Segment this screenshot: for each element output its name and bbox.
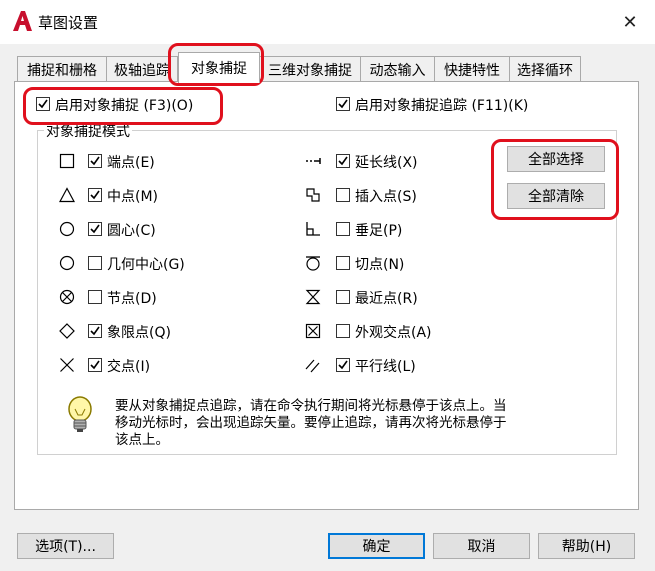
insertion-checkbox[interactable] bbox=[336, 188, 350, 202]
quadrant-diamond-icon bbox=[59, 323, 75, 339]
tab-snap-grid[interactable]: 捕捉和栅格 bbox=[17, 56, 107, 82]
parallel-label: 平行线(L) bbox=[355, 359, 416, 375]
endpoint-label: 端点(E) bbox=[107, 155, 155, 171]
tab-label: 快捷特性 bbox=[444, 62, 500, 79]
tab-label: 捕捉和栅格 bbox=[27, 62, 97, 79]
parallel-icon bbox=[305, 359, 320, 373]
node-checkbox[interactable] bbox=[88, 290, 102, 304]
nearest-hourglass-icon bbox=[305, 289, 321, 305]
tab-label: 极轴追踪 bbox=[114, 62, 170, 79]
apparent-intersection-checkbox[interactable] bbox=[336, 324, 350, 338]
node-icon bbox=[59, 289, 75, 305]
endpoint-checkbox[interactable] bbox=[88, 154, 102, 168]
center-circle-icon bbox=[59, 221, 75, 237]
close-button[interactable]: ✕ bbox=[612, 6, 648, 38]
hint-line-2: 移动光标时，会出现追踪矢量。要停止追踪，请再次将光标悬停于 bbox=[115, 415, 507, 431]
nearest-label: 最近点(R) bbox=[355, 291, 418, 307]
geometric-center-checkbox[interactable] bbox=[88, 256, 102, 270]
endpoint-square-icon bbox=[59, 153, 75, 169]
osnap-tracking-label: 启用对象捕捉追踪 (F11)(K) bbox=[355, 98, 529, 114]
apparent-intersection-icon bbox=[305, 323, 321, 339]
intersection-checkbox[interactable] bbox=[88, 358, 102, 372]
insertion-label: 插入点(S) bbox=[355, 189, 417, 205]
midpoint-triangle-icon bbox=[59, 187, 75, 203]
tab-selection-cycling[interactable]: 选择循环 bbox=[509, 56, 581, 82]
center-label: 圆心(C) bbox=[107, 223, 156, 239]
tab-object-snap[interactable]: 对象捕捉 bbox=[178, 52, 260, 83]
lightbulb-icon bbox=[68, 396, 92, 432]
extension-checkbox[interactable] bbox=[336, 154, 350, 168]
tab-label: 动态输入 bbox=[369, 62, 426, 79]
osnap-tracking-checkbox[interactable] bbox=[336, 97, 350, 111]
apparent-intersection-label: 外观交点(A) bbox=[355, 325, 432, 341]
quadrant-label: 象限点(Q) bbox=[107, 325, 171, 341]
options-button[interactable]: 选项(T)... bbox=[17, 533, 114, 559]
ok-button[interactable]: 确定 bbox=[328, 533, 425, 559]
geometric-center-label: 几何中心(G) bbox=[107, 257, 185, 273]
tab-3d-object-snap[interactable]: 三维对象捕捉 bbox=[259, 56, 361, 82]
extension-label: 延长线(X) bbox=[355, 155, 418, 171]
cancel-button[interactable]: 取消 bbox=[433, 533, 530, 559]
hint-line-3: 该点上。 bbox=[115, 432, 169, 448]
quadrant-checkbox[interactable] bbox=[88, 324, 102, 338]
perpendicular-label: 垂足(P) bbox=[355, 223, 403, 239]
help-button[interactable]: 帮助(H) bbox=[538, 533, 635, 559]
extension-icon bbox=[306, 158, 321, 164]
intersection-label: 交点(I) bbox=[107, 359, 151, 375]
nearest-checkbox[interactable] bbox=[336, 290, 350, 304]
parallel-checkbox[interactable] bbox=[336, 358, 350, 372]
tab-dynamic-input[interactable]: 动态输入 bbox=[360, 56, 435, 82]
intersection-x-icon bbox=[60, 358, 74, 372]
title-bar bbox=[0, 0, 655, 44]
tab-quick-properties[interactable]: 快捷特性 bbox=[434, 56, 510, 82]
tab-label: 对象捕捉 bbox=[191, 61, 247, 77]
midpoint-checkbox[interactable] bbox=[88, 188, 102, 202]
tangent-icon bbox=[306, 256, 320, 271]
autocad-logo-icon bbox=[12, 10, 32, 32]
tab-label: 三维对象捕捉 bbox=[268, 62, 352, 79]
geometric-center-icon bbox=[59, 255, 75, 271]
close-icon: ✕ bbox=[622, 11, 638, 33]
tangent-checkbox[interactable] bbox=[336, 256, 350, 270]
perpendicular-icon bbox=[306, 222, 320, 236]
midpoint-label: 中点(M) bbox=[107, 189, 159, 205]
tangent-label: 切点(N) bbox=[355, 257, 405, 273]
highlight-osnap-on bbox=[23, 87, 223, 125]
center-checkbox[interactable] bbox=[88, 222, 102, 236]
perpendicular-checkbox[interactable] bbox=[336, 222, 350, 236]
tab-label: 选择循环 bbox=[517, 62, 573, 79]
window-title: 草图设置 bbox=[38, 14, 99, 32]
insertion-icon bbox=[306, 188, 320, 202]
node-label: 节点(D) bbox=[107, 291, 157, 307]
highlight-select-clear-buttons bbox=[491, 139, 619, 220]
